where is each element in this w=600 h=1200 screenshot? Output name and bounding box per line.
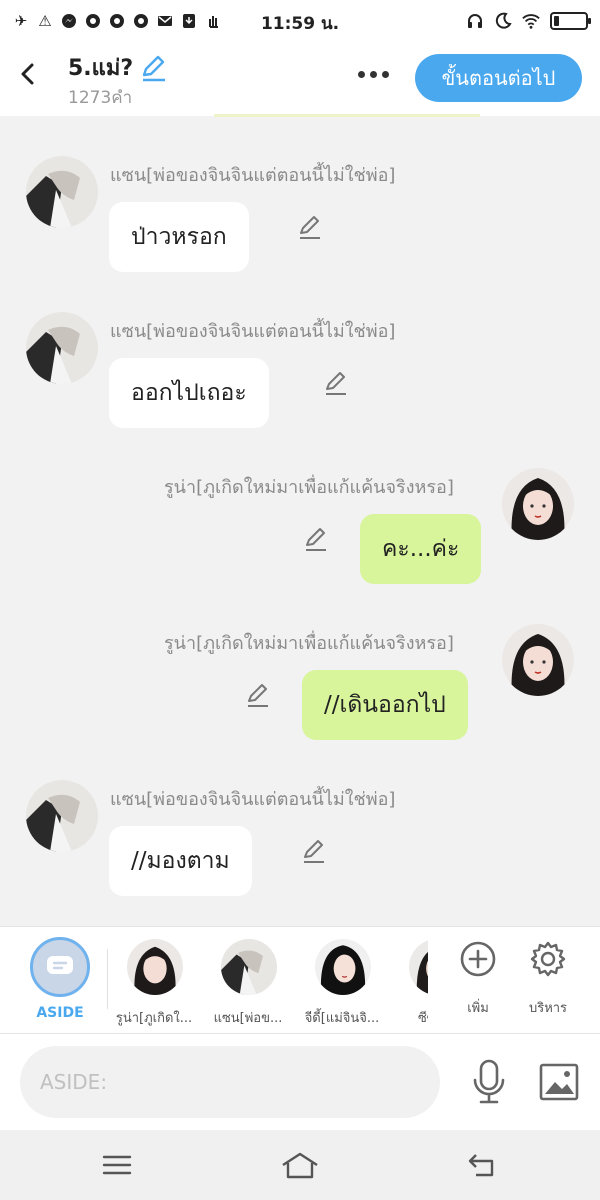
character-name: ซีซี้[เข้ [417,1011,428,1026]
notification-icons: ✈ ⚠ [12,12,222,30]
aside-label: ASIDE [36,1005,84,1021]
download-icon [180,12,198,30]
chrome-icon [108,12,126,30]
edit-message-icon[interactable] [296,214,324,242]
home-icon [282,1152,318,1179]
character-name: รูน่า[ภูเกิดใ... [115,1011,193,1026]
speaker-name: แซน[พ่อของจินจินแต่ตอนนี้ไม่ใช่พ่อ] [110,321,396,342]
battery-icon [550,12,591,30]
message-bubble[interactable]: คะ...ค่ะ [360,514,482,584]
chevron-left-icon [21,63,34,85]
aside-button[interactable] [30,937,90,997]
chat-area[interactable]: แซน[พ่อของจินจินแต่ตอนนี้ไม่ใช่พ่อ] ป่าว… [0,116,600,926]
character-name: แซน[พ่อข... [213,1011,283,1026]
edit-message-icon[interactable] [244,682,272,710]
character-item[interactable]: จีดี้[แม่จินจิ... [296,939,390,1028]
chapter-title: 5.แม่? [68,56,134,81]
gear-icon [530,941,566,977]
edit-title-icon[interactable] [139,53,169,83]
chapter-header: 5.แม่? 1273คำ ขั้นตอนต่อไป [0,42,600,117]
speaker-name: แซน[พ่อของจินจินแต่ตอนนี้ไม่ใช่พ่อ] [110,789,396,810]
back-nav-button[interactable] [462,1148,502,1182]
speaker-name: รูน่า[ภูเกิดใหม่มาเพื่อแก้แค้นจริงหรอ] [164,633,454,654]
character-list[interactable]: รูน่า[ภูเกิดใ... แซน[พ่อข... จีดี้[แม่จิ… [108,927,428,1035]
image-icon [539,1063,579,1101]
add-label: เพิ่ม [467,1001,489,1016]
edit-message-icon[interactable] [302,526,330,554]
mail-icon [156,12,174,30]
messenger-icon [60,12,78,30]
speaker-name: แซน[พ่อของจินจินแต่ตอนนี้ไม่ใช่พ่อ] [110,165,396,186]
avatar [409,939,428,995]
avatar[interactable] [26,780,98,852]
headphones-icon [466,12,484,30]
battery-level [554,16,559,26]
message-bubble[interactable]: //มองตาม [109,826,252,896]
edit-message-icon[interactable] [322,370,350,398]
aside-input[interactable] [20,1046,440,1118]
microphone-icon [473,1059,505,1104]
avatar[interactable] [26,156,98,228]
plus-circle-icon [460,941,496,977]
menu-button[interactable] [97,1148,137,1182]
message-input-row [0,1034,600,1130]
avatar[interactable] [26,312,98,384]
moon-icon [494,12,512,30]
word-count: 1273คำ [68,88,133,108]
character-name: จีดี้[แม่จินจิ... [304,1011,380,1026]
dot-icon [369,70,377,78]
more-options-button[interactable] [352,62,394,86]
character-item[interactable]: ซีซี้[เข้ [390,939,428,1028]
wifi-icon [522,12,540,30]
airplane-icon: ✈ [14,12,28,30]
dot-icon [381,70,389,78]
message-bubble[interactable]: ออกไปเถอะ [109,358,269,428]
home-button[interactable] [280,1148,320,1182]
hand-icon [204,12,222,30]
insert-image-button[interactable] [538,1062,580,1102]
microphone-button[interactable] [468,1058,510,1106]
character-item[interactable]: รูน่า[ภูเกิดใ... [108,939,202,1028]
system-navigation-bar [0,1130,600,1200]
add-character-button[interactable]: เพิ่ม [448,939,508,1018]
avatar [221,939,277,995]
speaker-name: รูน่า[ภูเกิดใหม่มาเพื่อแก้แค้นจริงหรอ] [164,477,454,498]
message-bubble[interactable]: ป่าวหรอก [109,202,249,272]
avatar [127,939,183,995]
back-button[interactable] [12,58,44,90]
avatar [315,939,371,995]
avatar[interactable] [502,468,574,540]
dot-icon [357,70,365,78]
message-bubble[interactable]: //เดินออกไป [302,670,468,740]
edit-message-icon[interactable] [300,838,328,866]
manage-label: บริหาร [528,1001,568,1016]
chrome-icon [84,12,102,30]
chat-bubble-icon [47,956,73,974]
next-step-button[interactable]: ขั้นตอนต่อไป [415,54,582,102]
status-bar: ✈ ⚠ 11:59 น. [0,0,600,42]
system-icons [466,12,591,30]
chapter-title-row[interactable]: 5.แม่? [68,50,169,85]
character-item[interactable]: แซน[พ่อข... [202,939,296,1028]
avatar[interactable] [502,624,574,696]
manage-characters-button[interactable]: บริหาร [518,939,578,1018]
menu-icon [102,1155,132,1175]
return-icon [468,1154,494,1177]
character-bar: ASIDE รูน่า[ภูเกิดใ... แซน[พ่อข... จีดี้… [0,926,600,1034]
warning-icon: ⚠ [38,12,52,30]
chrome-icon [132,12,150,30]
